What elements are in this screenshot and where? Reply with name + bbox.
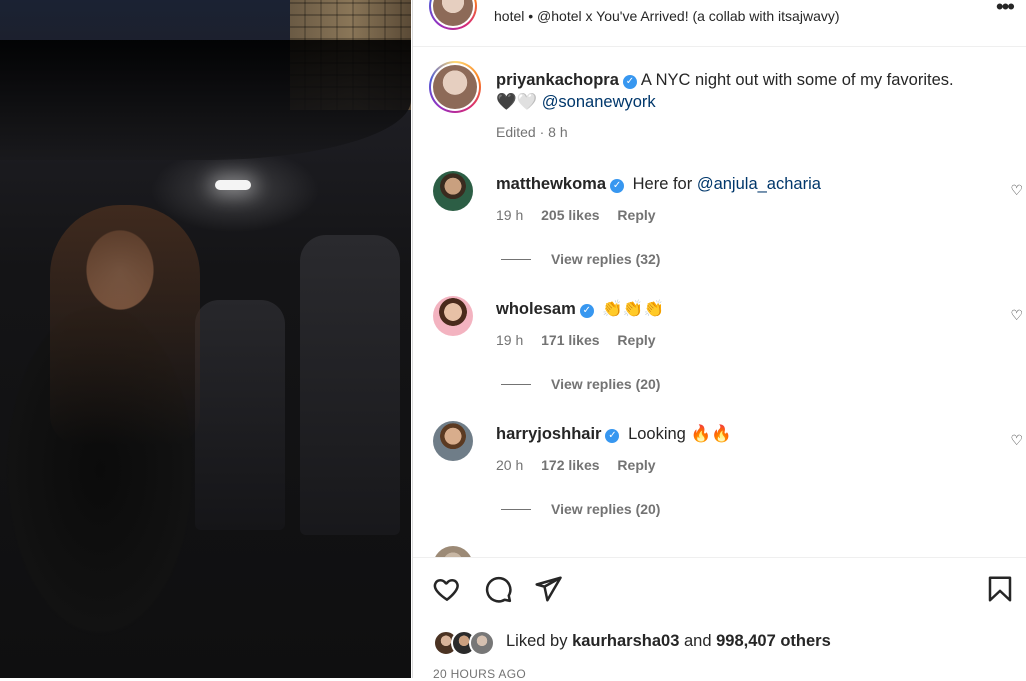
audio-attribution[interactable]: hotel • @hotel x You've Arrived! (a coll… — [494, 8, 840, 24]
comment-heart-icon[interactable]: ♡ — [1010, 433, 1023, 449]
comment-avatar[interactable] — [433, 421, 473, 461]
liked-by-user[interactable]: kaurharsha03 — [572, 632, 679, 650]
comment-likes[interactable]: 205 likes — [541, 207, 599, 223]
audio-track[interactable]: @hotel x You've Arrived! (a collab with … — [537, 8, 839, 24]
comment-mention[interactable]: @anjula_acharia — [697, 175, 821, 193]
caption-meta: Edited · 8 h — [496, 121, 1006, 143]
reply-button[interactable]: Reply — [617, 332, 655, 348]
comment-text: Looking 🔥🔥 — [628, 425, 732, 443]
post-time[interactable]: 20 HOURS AGO — [433, 667, 526, 681]
verified-badge-icon: ✓ — [622, 75, 637, 89]
comment-username[interactable]: harryjoshhair — [496, 425, 601, 443]
comment-icon[interactable] — [483, 574, 513, 604]
likes-count[interactable]: 998,407 others — [716, 632, 831, 650]
audio-separator: • — [528, 8, 534, 24]
comment-time[interactable]: 19 h — [496, 207, 523, 223]
view-replies-button[interactable]: View replies (20) — [501, 501, 660, 517]
comment-avatar[interactable] — [433, 296, 473, 336]
verified-badge-icon: ✓ — [579, 304, 594, 318]
share-icon[interactable] — [533, 574, 563, 604]
edited-label: Edited — [496, 124, 536, 140]
bookmark-icon[interactable] — [985, 574, 1015, 604]
comment-avatar[interactable] — [433, 546, 473, 557]
post-media[interactable] — [0, 0, 411, 678]
caption-mention[interactable]: @sonanewyork — [542, 93, 656, 111]
meta-dot: · — [539, 124, 545, 140]
comment-likes[interactable]: 171 likes — [541, 332, 599, 348]
post-panel: hotel • @hotel x You've Arrived! (a coll… — [412, 0, 1026, 681]
comments-scroll[interactable]: priyankachopra ✓ A NYC night out with some… — [413, 47, 1026, 557]
caption-time[interactable]: 8 h — [548, 124, 567, 140]
audio-prefix[interactable]: hotel — [494, 8, 524, 24]
post-header: hotel • @hotel x You've Arrived! (a coll… — [413, 0, 1026, 47]
author-avatar — [433, 0, 473, 26]
liked-by-and: and — [683, 632, 712, 650]
comment-time[interactable]: 20 h — [496, 457, 523, 473]
liked-by-label: Liked by — [506, 632, 568, 650]
verified-badge-icon: ✓ — [605, 429, 620, 443]
person-hair — [50, 205, 200, 445]
comment-text: 👏👏👏 — [602, 300, 665, 318]
comment-text: Here for — [632, 175, 693, 193]
view-replies-button[interactable]: View replies (20) — [501, 376, 660, 392]
comment-avatar[interactable] — [433, 171, 473, 211]
caption-text: A NYC night out with some of my favorite… — [640, 71, 954, 89]
action-bar: Liked by kaurharsha03 and 998,407 others… — [413, 557, 1026, 681]
liker-avatar — [469, 630, 495, 656]
heart-icon[interactable] — [432, 574, 462, 604]
view-replies-button[interactable]: View replies (32) — [501, 251, 660, 267]
liker-avatars[interactable] — [433, 628, 503, 656]
reply-button[interactable]: Reply — [617, 207, 655, 223]
author-avatar-ring[interactable] — [429, 0, 477, 30]
car-seat — [300, 235, 400, 535]
comment-username[interactable]: matthewkoma — [496, 175, 606, 193]
reply-button[interactable]: Reply — [617, 457, 655, 473]
car-interior-light — [215, 180, 251, 190]
comment-heart-icon[interactable]: ♡ — [1010, 183, 1023, 199]
comment-username[interactable]: wholesam — [496, 300, 576, 318]
verified-badge-icon: ✓ — [610, 179, 625, 193]
caption-avatar-ring[interactable] — [429, 61, 481, 113]
caption-avatar — [433, 65, 477, 109]
comment-heart-icon[interactable]: ♡ — [1010, 308, 1023, 324]
car-roof — [0, 40, 411, 160]
comment-time[interactable]: 19 h — [496, 332, 523, 348]
caption-emoji: 🖤🤍 — [496, 93, 538, 111]
more-options-icon[interactable]: ••• — [996, 0, 1015, 20]
caption-username[interactable]: priyankachopra — [496, 71, 619, 89]
comment-likes[interactable]: 172 likes — [541, 457, 599, 473]
